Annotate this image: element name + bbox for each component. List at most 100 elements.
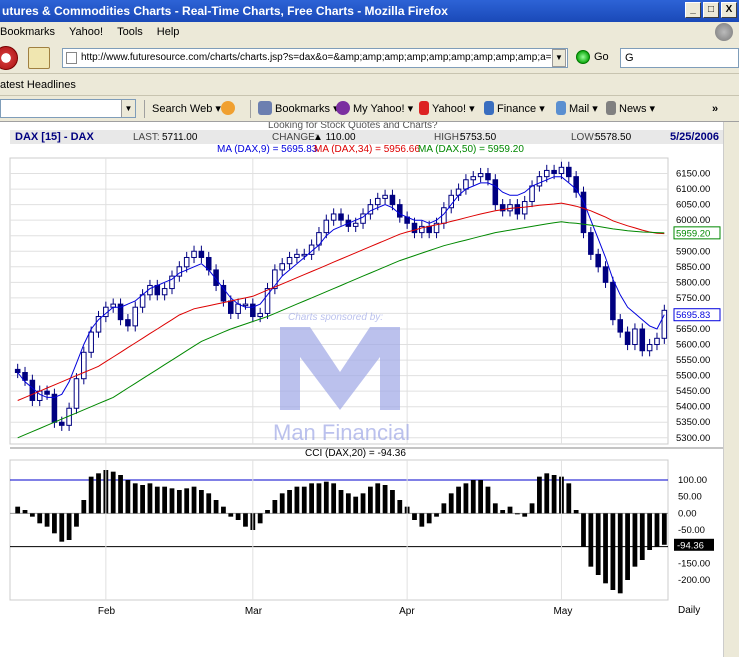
- menu-yahoo[interactable]: Yahoo!: [69, 26, 103, 38]
- candle: [470, 176, 477, 181]
- close-button[interactable]: X: [721, 2, 737, 18]
- candle: [610, 281, 616, 321]
- cci-bar: [265, 510, 270, 514]
- price-value-tag-text: 5695.83: [676, 310, 710, 321]
- search-web-button[interactable]: Search Web ▾: [152, 100, 221, 118]
- candle: [323, 219, 330, 234]
- bookmark-latest-headlines[interactable]: atest Headlines: [0, 79, 76, 91]
- dax-chart: DAX [15] - DAX LAST: 5711.00 CHANGE: ▲ 1…: [9, 120, 723, 617]
- cci-bar: [331, 483, 337, 514]
- ma9-label: MA (DAX,9) = 5695.83: [217, 144, 318, 155]
- chart-icon: [484, 101, 494, 115]
- candle: [330, 213, 337, 221]
- cci-bar: [610, 513, 616, 590]
- menu-bookmarks[interactable]: Bookmarks: [0, 26, 55, 38]
- candle: [51, 393, 58, 423]
- price-plot: 6150.006100.006050.006000.005950.005900.…: [9, 157, 721, 445]
- cci-bar: [81, 500, 87, 514]
- candle: [521, 201, 528, 215]
- my-yahoo-button[interactable]: My Yahoo! ▾: [336, 100, 413, 118]
- cci-bar: [213, 500, 219, 514]
- price-tick-label: 5350.00: [676, 417, 710, 428]
- mail-button[interactable]: Mail ▾: [556, 100, 598, 118]
- cci-bar: [243, 513, 248, 527]
- url-bar[interactable]: http://www.futuresource.com/charts/chart…: [62, 48, 568, 68]
- cci-bar: [412, 513, 417, 520]
- cci-bar: [514, 513, 520, 515]
- go-arrow-icon: [576, 50, 590, 64]
- cci-tick-label: -200.00: [678, 575, 710, 586]
- candle: [382, 194, 388, 199]
- chart-content: DAX [15] - DAX LAST: 5711.00 CHANGE: ▲ 1…: [0, 120, 739, 657]
- yahoo-search-input[interactable]: ▼: [0, 99, 136, 118]
- looking-for-link[interactable]: Looking for Stock Quotes and Charts?: [268, 120, 438, 131]
- cci-bar: [537, 476, 542, 514]
- cci-bar: [118, 475, 123, 514]
- search-input[interactable]: G: [620, 48, 739, 68]
- cci-bar: [470, 480, 476, 514]
- minimize-button[interactable]: _: [685, 2, 701, 18]
- chevron-down-icon[interactable]: ▼: [121, 100, 135, 117]
- candle: [250, 303, 256, 318]
- my-yahoo-label: My Yahoo! ▾: [353, 103, 414, 115]
- menu-tools[interactable]: Tools: [117, 26, 143, 38]
- candle: [617, 319, 624, 333]
- candle: [389, 194, 396, 206]
- window-titlebar: utures & Commodities Charts - Real-Time …: [0, 0, 739, 22]
- go-button[interactable]: Go: [576, 50, 609, 64]
- cci-bar: [419, 513, 425, 527]
- cci-bar: [176, 490, 182, 514]
- news-icon: [606, 101, 616, 115]
- last-value: 5711.00: [162, 132, 198, 143]
- cci-bar: [632, 513, 638, 567]
- cci-bar: [235, 513, 241, 520]
- url-dropdown-button[interactable]: ▼: [552, 49, 566, 67]
- cci-bar: [375, 483, 381, 514]
- cci-tick-label: 100.00: [678, 475, 707, 486]
- menu-help[interactable]: Help: [157, 26, 180, 38]
- cci-bar: [132, 483, 138, 514]
- cci-tick-label: -150.00: [678, 558, 710, 569]
- cci-bar: [368, 486, 373, 514]
- ma50-label: MA (DAX,50) = 5959.20: [418, 144, 524, 155]
- candle: [191, 250, 197, 258]
- cci-bar: [191, 486, 197, 514]
- cci-bar: [456, 486, 461, 514]
- candle: [294, 253, 300, 258]
- candle: [654, 337, 660, 346]
- cci-bar: [544, 473, 550, 514]
- toolbar-divider: [250, 100, 251, 118]
- chart-date: 5/25/2006: [670, 131, 719, 143]
- vertical-scrollbar[interactable]: [723, 122, 739, 657]
- cci-bar: [581, 513, 586, 547]
- news-button[interactable]: News ▾: [606, 100, 655, 118]
- cci-bar: [96, 473, 101, 514]
- cci-bar: [463, 483, 469, 514]
- change-value: ▲ 110.00: [313, 132, 356, 143]
- highlight-button[interactable]: [221, 100, 238, 118]
- cci-bar: [301, 486, 307, 514]
- cci-bar: [448, 493, 454, 514]
- candle: [566, 166, 572, 178]
- maximize-button[interactable]: □: [703, 2, 719, 18]
- yahoo-button[interactable]: Yahoo! ▾: [419, 100, 475, 118]
- man-financial-logo-icon: [280, 327, 400, 410]
- candle: [485, 173, 491, 181]
- cci-label: CCI (DAX,20) = -94.36: [305, 448, 406, 459]
- candle: [88, 331, 94, 353]
- cci-bar: [228, 513, 234, 517]
- cci-bar: [661, 513, 667, 545]
- more-button[interactable]: »: [712, 100, 718, 118]
- finance-button[interactable]: Finance ▾: [484, 100, 545, 118]
- cci-bar: [390, 490, 395, 514]
- cci-bar: [603, 513, 608, 584]
- cci-bar: [573, 510, 579, 514]
- price-tick-label: 6050.00: [676, 200, 710, 211]
- sponsor-logo: Charts sponsored by: Man Financial: [273, 312, 410, 445]
- home-button[interactable]: [28, 47, 50, 69]
- page-icon: [66, 52, 77, 64]
- cci-bar: [639, 513, 645, 560]
- bookmarks-button[interactable]: Bookmarks ▾: [258, 100, 339, 118]
- stop-button[interactable]: [0, 46, 18, 70]
- navigation-toolbar: http://www.futuresource.com/charts/chart…: [0, 42, 739, 74]
